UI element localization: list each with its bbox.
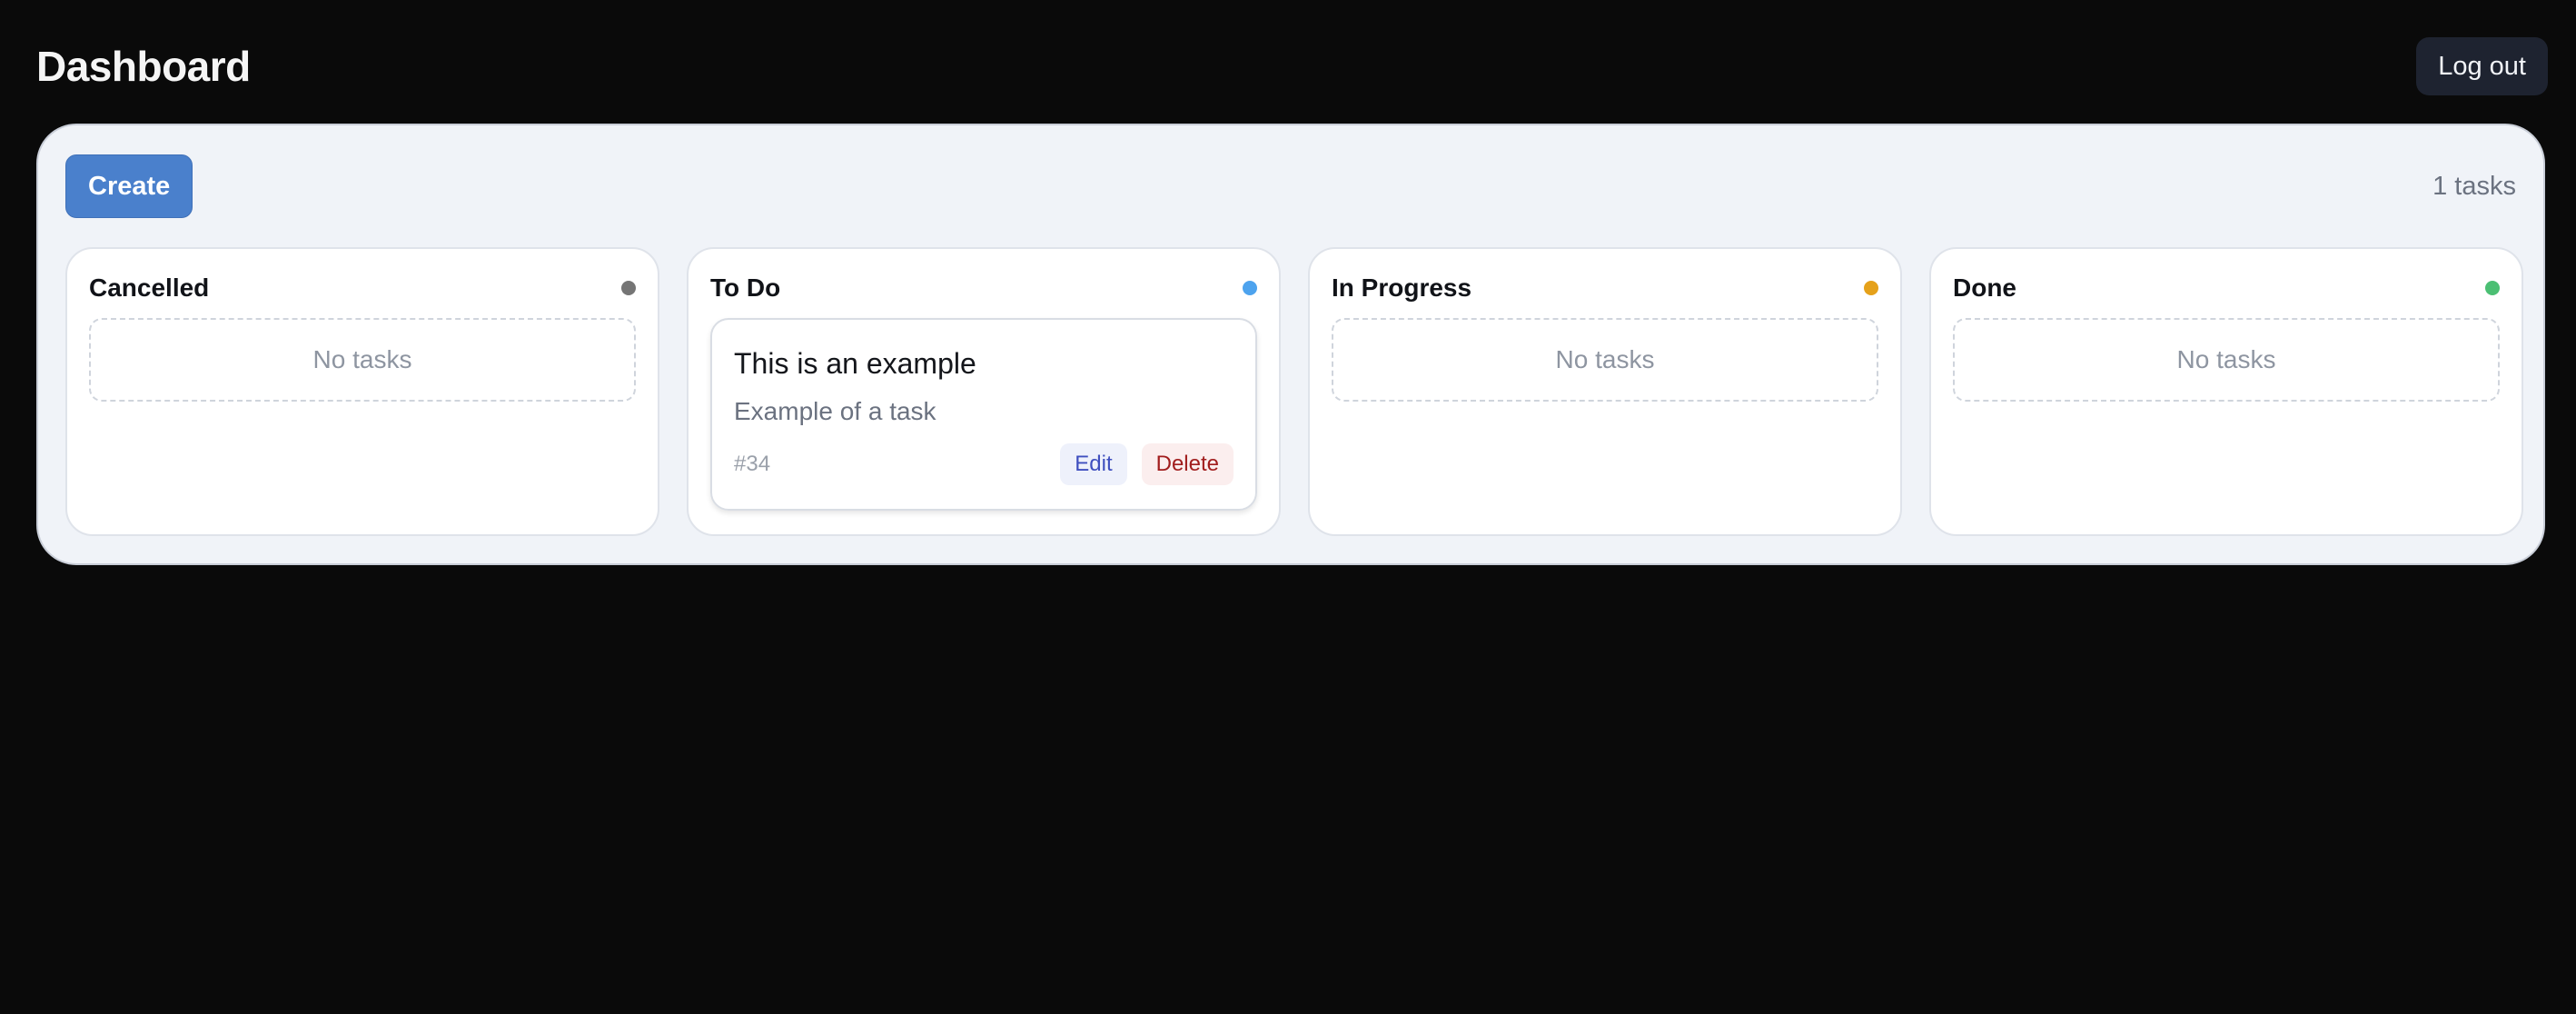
column-cancelled: Cancelled No tasks [65, 247, 659, 536]
task-id: #34 [734, 452, 771, 476]
task-actions: Edit Delete [1060, 443, 1234, 485]
logout-button[interactable]: Log out [2416, 37, 2548, 95]
status-dot-icon [2485, 281, 2500, 295]
page-title: Dashboard [36, 43, 251, 90]
board-columns: Cancelled No tasks To Do This is an exam… [65, 247, 2523, 536]
column-in-progress: In Progress No tasks [1308, 247, 1902, 536]
task-count: 1 tasks [2432, 171, 2516, 201]
create-button[interactable]: Create [65, 154, 193, 218]
task-footer: #34 Edit Delete [734, 443, 1234, 485]
task-board: Create 1 tasks Cancelled No tasks To Do … [36, 124, 2545, 565]
header: Dashboard Log out [36, 37, 2548, 95]
task-description: Example of a task [734, 397, 936, 425]
task-title: This is an example [734, 347, 976, 380]
column-header: Done [1953, 273, 2500, 303]
task-card[interactable]: This is an example Example of a task #34… [710, 318, 1257, 511]
column-header: Cancelled [89, 273, 636, 303]
column-title: Done [1953, 273, 2016, 302]
column-title: In Progress [1332, 273, 1472, 302]
column-done: Done No tasks [1929, 247, 2523, 536]
column-title: To Do [710, 273, 781, 302]
status-dot-icon [621, 281, 636, 295]
column-header: To Do [710, 273, 1257, 303]
delete-button[interactable]: Delete [1141, 443, 1234, 485]
column-title: Cancelled [89, 273, 210, 302]
column-todo: To Do This is an example Example of a ta… [687, 247, 1281, 536]
edit-button[interactable]: Edit [1060, 443, 1127, 485]
board-toolbar: Create 1 tasks [65, 154, 2516, 218]
status-dot-icon [1243, 281, 1257, 295]
status-dot-icon [1864, 281, 1878, 295]
empty-placeholder: No tasks [1332, 318, 1878, 402]
column-header: In Progress [1332, 273, 1878, 303]
empty-placeholder: No tasks [1953, 318, 2500, 402]
empty-placeholder: No tasks [89, 318, 636, 402]
